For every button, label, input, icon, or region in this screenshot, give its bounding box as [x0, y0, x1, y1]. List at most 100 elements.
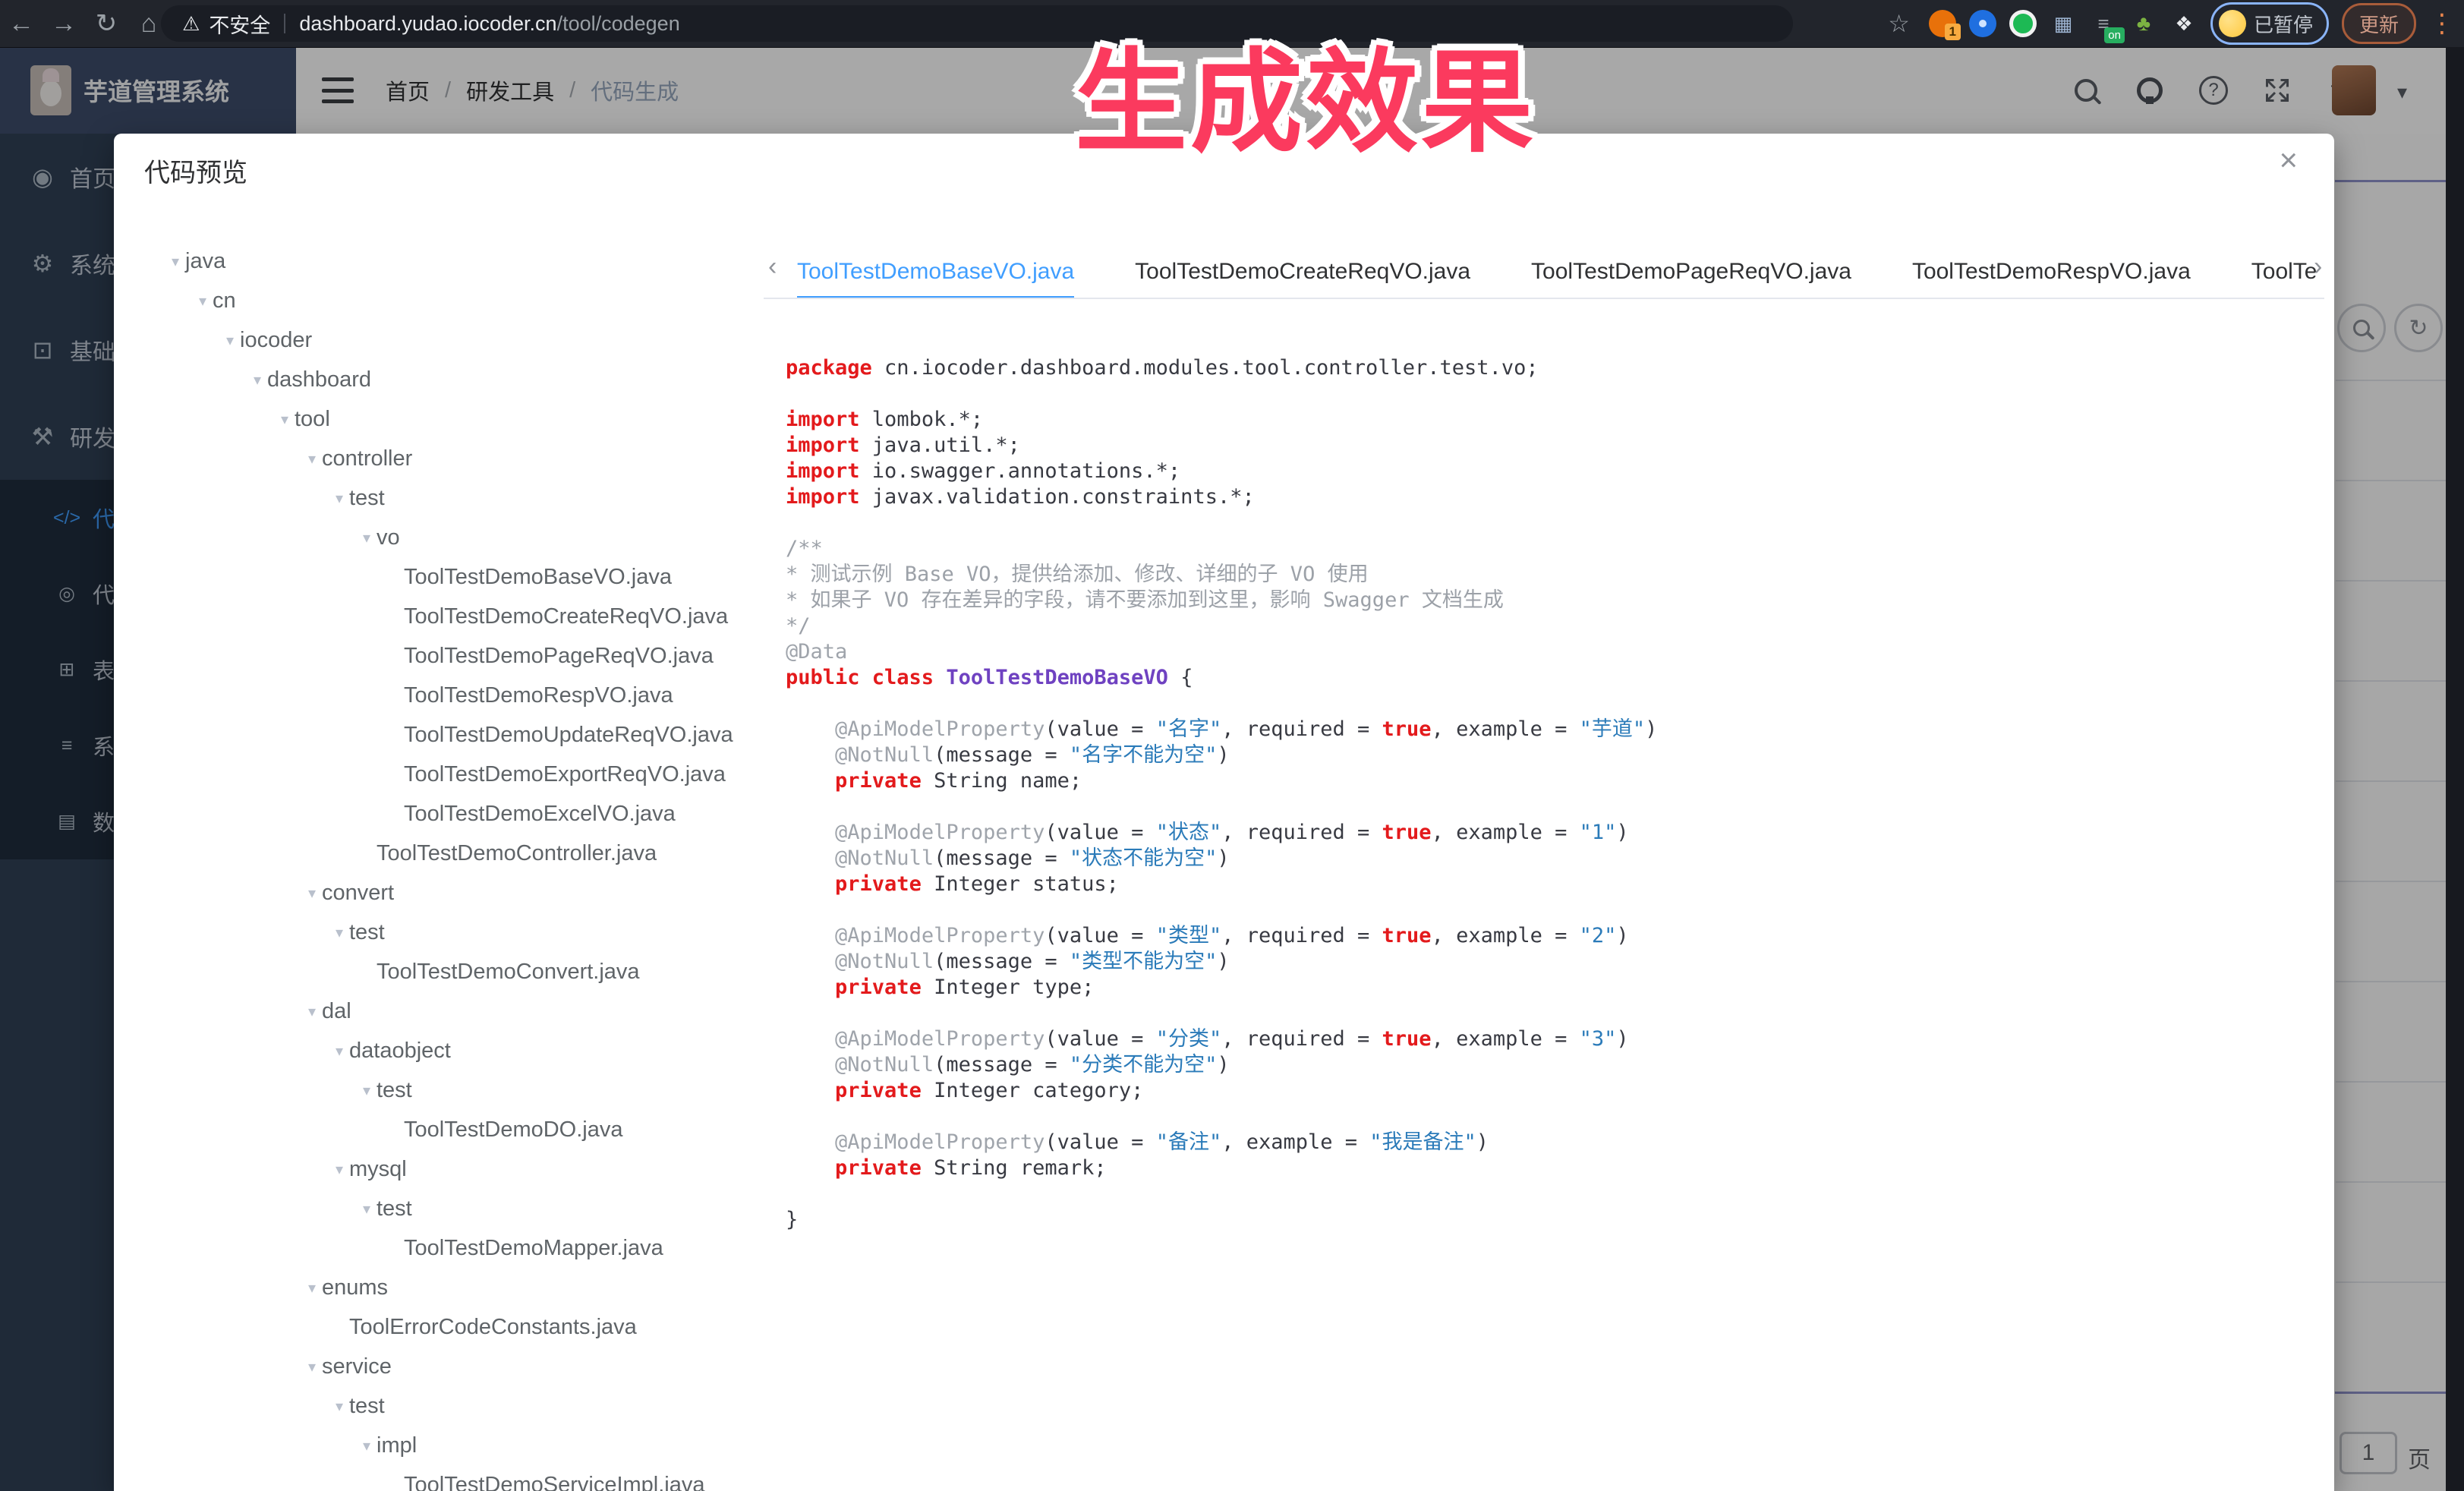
code-line: @ApiModelProperty(value = "分类", required…	[786, 1026, 2304, 1052]
code-tab[interactable]: ToolTe	[2251, 247, 2317, 299]
screen: ← → ↻ ⌂ ⚠ 不安全 dashboard.yudao.iocoder.cn…	[0, 0, 2464, 1491]
code-preview-dialog: 代码预览 × ▾java▾cn▾iocoder▾dashboard▾tool▾c…	[114, 134, 2334, 1491]
caret-down-icon[interactable]: ▾	[296, 1042, 349, 1061]
extensions-puzzle-icon[interactable]: ❖	[2170, 10, 2198, 37]
tree-node[interactable]: ▾enums	[132, 1268, 770, 1307]
code-tab[interactable]: ToolTestDemoCreateReqVO.java	[1135, 247, 1470, 299]
tree-node-label: cn	[213, 288, 236, 314]
tree-node-label: ToolTestDemoConvert.java	[377, 960, 640, 985]
tree-node[interactable]: ▾iocoder	[132, 320, 770, 360]
tree-node[interactable]: ▾service	[132, 1347, 770, 1386]
caret-down-icon[interactable]: ▾	[241, 410, 295, 429]
extension-pin-icon[interactable]	[1969, 10, 1996, 37]
code-line	[786, 794, 2304, 820]
tabs-next-icon[interactable]: ›	[2314, 252, 2322, 282]
tree-node[interactable]: ToolTestDemoPageReqVO.java	[132, 636, 770, 676]
tree-node[interactable]: ▾vo	[132, 518, 770, 557]
code-line	[786, 691, 2304, 717]
extension-list-icon[interactable]: ≡on	[2090, 10, 2117, 37]
tree-node[interactable]: ToolTestDemoController.java	[132, 834, 770, 873]
code-line: package cn.iocoder.dashboard.modules.too…	[786, 355, 2304, 381]
code-line: @ApiModelProperty(value = "类型", required…	[786, 923, 2304, 949]
caret-down-icon[interactable]: ▾	[269, 1002, 322, 1021]
tree-node-label: ToolTestDemoPageReqVO.java	[404, 644, 714, 669]
security-label: 不安全	[209, 9, 270, 39]
caret-down-icon[interactable]: ▾	[296, 1160, 349, 1179]
extension-icon[interactable]: 1	[1929, 10, 1956, 37]
tree-node[interactable]: ToolTestDemoUpdateReqVO.java	[132, 715, 770, 755]
code-line: @NotNull(message = "分类不能为空")	[786, 1052, 2304, 1078]
url-host: dashboard.yudao.iocoder.cn	[299, 12, 556, 36]
tabs-underline	[764, 298, 2324, 299]
tree-node[interactable]: ▾dal	[132, 991, 770, 1031]
tree-node-label: impl	[377, 1433, 417, 1458]
tree-node[interactable]: ToolTestDemoBaseVO.java	[132, 557, 770, 597]
caret-down-icon[interactable]: ▾	[323, 528, 377, 547]
tree-node[interactable]: ▾test	[132, 1386, 770, 1426]
tree-node[interactable]: ToolTestDemoExportReqVO.java	[132, 755, 770, 794]
caret-down-icon[interactable]: ▾	[269, 449, 322, 468]
caret-down-icon[interactable]: ▾	[187, 331, 240, 350]
tree-node[interactable]: ▾dataobject	[132, 1031, 770, 1070]
code-line: private Integer type;	[786, 975, 2304, 1001]
forward-icon[interactable]: →	[43, 0, 85, 47]
tree-node[interactable]: ToolErrorCodeConstants.java	[132, 1307, 770, 1347]
caret-down-icon[interactable]: ▾	[323, 1199, 377, 1218]
bookmark-star-icon[interactable]: ☆	[1888, 9, 1910, 38]
update-button[interactable]: 更新	[2342, 3, 2416, 44]
code-tab[interactable]: ToolTestDemoPageReqVO.java	[1531, 247, 1851, 299]
tree-node[interactable]: ▾controller	[132, 439, 770, 478]
tree-node[interactable]: ▾impl	[132, 1426, 770, 1465]
caret-down-icon[interactable]: ▾	[132, 252, 185, 271]
caret-down-icon[interactable]: ▾	[323, 1081, 377, 1100]
caret-down-icon[interactable]: ▾	[269, 1278, 322, 1297]
tree-node[interactable]: ▾test	[132, 478, 770, 518]
tree-node[interactable]: ▾cn	[132, 281, 770, 320]
caret-down-icon[interactable]: ▾	[269, 884, 322, 903]
tree-node-label: tool	[295, 407, 330, 432]
code-tab[interactable]: ToolTestDemoRespVO.java	[1912, 247, 2191, 299]
code-line: @ApiModelProperty(value = "备注", example …	[786, 1130, 2304, 1155]
back-icon[interactable]: ←	[0, 0, 43, 47]
extension-grid-icon[interactable]: ▦	[2050, 10, 2077, 37]
tree-node[interactable]: ToolTestDemoCreateReqVO.java	[132, 597, 770, 636]
code-line: @NotNull(message = "状态不能为空")	[786, 846, 2304, 872]
caret-down-icon[interactable]: ▾	[296, 923, 349, 942]
close-icon[interactable]: ×	[2279, 144, 2298, 176]
caret-down-icon[interactable]: ▾	[159, 292, 213, 310]
caret-down-icon[interactable]: ▾	[269, 1357, 322, 1376]
scrollbar-track[interactable]	[2446, 47, 2464, 1491]
tree-node-label: dashboard	[267, 367, 371, 392]
code-line	[786, 1001, 2304, 1026]
tree-node[interactable]: ▾convert	[132, 873, 770, 913]
tree-node-label: ToolTestDemoMapper.java	[404, 1236, 663, 1261]
tree-node[interactable]: ▾test	[132, 1189, 770, 1228]
tree-node[interactable]: ToolTestDemoRespVO.java	[132, 676, 770, 715]
tree-node[interactable]: ▾tool	[132, 399, 770, 439]
tree-node[interactable]: ToolTestDemoServiceImpl.java	[132, 1465, 770, 1491]
tree-node-label: test	[377, 1078, 412, 1103]
tree-node[interactable]: ▾dashboard	[132, 360, 770, 399]
refresh-icon[interactable]: ↻	[85, 0, 128, 47]
caret-down-icon[interactable]: ▾	[323, 1436, 377, 1455]
caret-down-icon[interactable]: ▾	[296, 489, 349, 508]
tabs-prev-icon[interactable]: ‹	[768, 252, 777, 282]
update-label: 更新	[2359, 10, 2399, 38]
extension-plant-icon[interactable]: ♣	[2130, 10, 2157, 37]
browser-menu-icon[interactable]: ⋮	[2429, 8, 2455, 39]
tree-node[interactable]: ToolTestDemoMapper.java	[132, 1228, 770, 1268]
tree-node[interactable]: ToolTestDemoExcelVO.java	[132, 794, 770, 834]
emoji-icon	[2219, 10, 2246, 37]
code-line: }	[786, 1207, 2304, 1233]
extension-green-icon[interactable]	[2009, 10, 2037, 37]
paused-profile-chip[interactable]: 已暂停	[2210, 2, 2329, 45]
tree-node[interactable]: ▾java	[132, 241, 770, 281]
tree-node[interactable]: ToolTestDemoDO.java	[132, 1110, 770, 1149]
caret-down-icon[interactable]: ▾	[296, 1397, 349, 1416]
caret-down-icon[interactable]: ▾	[214, 370, 267, 389]
tree-node[interactable]: ▾mysql	[132, 1149, 770, 1189]
code-tab[interactable]: ToolTestDemoBaseVO.java	[797, 247, 1074, 299]
tree-node[interactable]: ▾test	[132, 1070, 770, 1110]
tree-node[interactable]: ▾test	[132, 913, 770, 952]
tree-node[interactable]: ToolTestDemoConvert.java	[132, 952, 770, 991]
